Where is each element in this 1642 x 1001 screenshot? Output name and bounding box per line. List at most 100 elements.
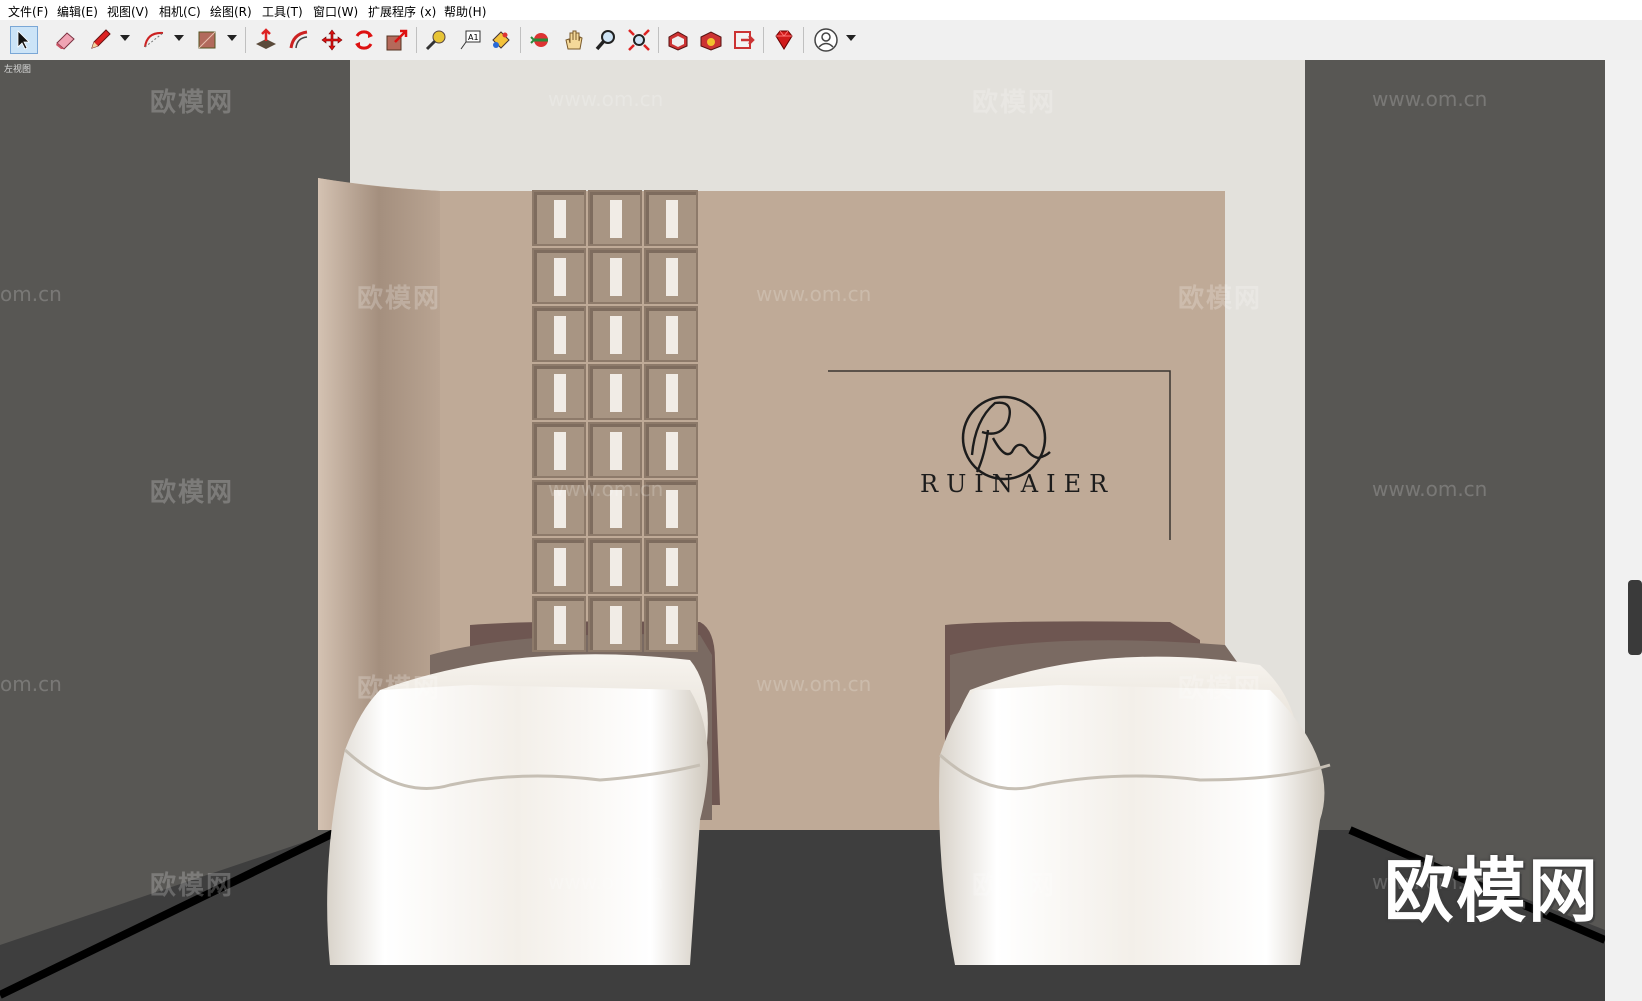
layout-send-icon[interactable] <box>730 26 758 54</box>
shelf-niche <box>644 596 698 652</box>
big-watermark: 欧模网 <box>1384 850 1600 932</box>
eraser-icon[interactable] <box>51 26 79 54</box>
ruby-console-icon[interactable] <box>770 26 798 54</box>
watermark-text: www.om.cn <box>548 87 664 111</box>
watermark-text: www.om.cn <box>1372 477 1488 501</box>
watermark-text: 欧模网 <box>1178 674 1263 704</box>
account-dropdown-icon[interactable] <box>846 35 856 41</box>
3d-warehouse-icon[interactable] <box>664 26 692 54</box>
watermark-text: om.cn <box>0 672 62 696</box>
paint-bucket-icon[interactable] <box>486 26 514 54</box>
shelf-niche <box>644 190 698 246</box>
menu-edit[interactable]: 编辑(E) <box>57 3 98 20</box>
niche-light <box>610 606 622 644</box>
menu-tools[interactable]: 工具(T) <box>262 3 303 20</box>
svg-text:A1: A1 <box>468 33 479 42</box>
watermark-text: om.cn <box>0 282 62 306</box>
tape-measure-icon[interactable] <box>422 26 450 54</box>
model-viewport[interactable]: 左视图 RUINAIER Rn 欧模网 www.om.cn 欧模网 www.om… <box>0 60 1642 1001</box>
pan-hand-icon[interactable] <box>560 26 588 54</box>
shelf-niche <box>588 422 642 478</box>
toolbar-separator <box>763 27 764 53</box>
shelf-niche <box>532 190 586 246</box>
offset-icon[interactable] <box>285 26 313 54</box>
menu-view[interactable]: 视图(V) <box>107 3 149 20</box>
shelf-niche <box>588 248 642 304</box>
watermark-text: 欧模网 <box>1178 284 1263 314</box>
shape-dropdown-icon[interactable] <box>227 35 237 41</box>
niche-light <box>610 548 622 586</box>
shelf-niche <box>588 306 642 362</box>
niche-light <box>554 258 566 296</box>
shelf-niche <box>532 538 586 594</box>
niche-light <box>666 432 678 470</box>
shelf-niche <box>588 596 642 652</box>
scale-icon[interactable] <box>383 26 411 54</box>
watermark-text: 欧模网 <box>150 88 235 118</box>
shelf-niche <box>588 190 642 246</box>
orbit-icon[interactable] <box>527 26 555 54</box>
shelf-niche <box>532 596 586 652</box>
niche-light <box>554 316 566 354</box>
menu-help[interactable]: 帮助(H) <box>444 3 486 20</box>
pencil-line-icon[interactable] <box>86 26 114 54</box>
watermark-text: www.om.cn <box>756 282 872 306</box>
line-dropdown-icon[interactable] <box>120 35 130 41</box>
shape-rectangle-icon[interactable] <box>193 26 221 54</box>
niche-light <box>610 200 622 238</box>
shelf-niche <box>532 306 586 362</box>
shelf-niche <box>532 422 586 478</box>
niche-light <box>554 548 566 586</box>
toolbar-separator <box>658 27 659 53</box>
watermark-text: www.om.cn <box>548 870 664 894</box>
watermark-text: 欧模网 <box>357 284 442 314</box>
extension-warehouse-icon[interactable] <box>697 26 725 54</box>
push-pull-icon[interactable] <box>252 26 280 54</box>
right-panel-edge[interactable] <box>1605 60 1642 1001</box>
shelf-niche <box>644 248 698 304</box>
arc-dropdown-icon[interactable] <box>174 35 184 41</box>
watermark-text: 欧模网 <box>972 871 1057 901</box>
toolbar-separator <box>245 27 246 53</box>
text-label-icon[interactable]: A1 <box>456 26 484 54</box>
zoom-extents-icon[interactable] <box>625 26 653 54</box>
shelf-niche <box>532 364 586 420</box>
niche-light <box>666 606 678 644</box>
menu-bar: 文件(F) 编辑(E) 视图(V) 相机(C) 绘图(R) 工具(T) 窗口(W… <box>0 0 1642 20</box>
logo-brand-text: RUINAIER <box>920 470 1116 498</box>
niche-light <box>554 200 566 238</box>
account-icon[interactable] <box>812 26 840 54</box>
watermark-text: 欧模网 <box>972 88 1057 118</box>
shelf-niche <box>644 422 698 478</box>
main-toolbar: A1 <box>0 20 1642 61</box>
watermark-text: www.om.cn <box>548 477 664 501</box>
menu-window[interactable]: 窗口(W) <box>313 3 358 20</box>
toolbar-separator <box>416 27 417 53</box>
shelf-grid <box>532 190 700 652</box>
shelf-niche <box>588 364 642 420</box>
niche-light <box>610 374 622 412</box>
scene-label: 左视图 <box>4 65 32 75</box>
select-icon[interactable] <box>10 26 38 54</box>
menu-file[interactable]: 文件(F) <box>8 3 48 20</box>
menu-camera[interactable]: 相机(C) <box>159 3 201 20</box>
watermark-text: www.om.cn <box>1372 87 1488 111</box>
shelf-niche <box>644 538 698 594</box>
zoom-icon[interactable] <box>592 26 620 54</box>
niche-light <box>610 316 622 354</box>
shelf-niche <box>532 248 586 304</box>
rotate-icon[interactable] <box>350 26 378 54</box>
menu-extensions[interactable]: 扩展程序 (x) <box>368 3 436 20</box>
scroll-thumb[interactable] <box>1628 580 1642 655</box>
niche-light <box>610 432 622 470</box>
move-icon[interactable] <box>318 26 346 54</box>
toolbar-separator <box>520 27 521 53</box>
shelf-niche <box>588 538 642 594</box>
niche-light <box>554 606 566 644</box>
watermark-text: www.om.cn <box>756 672 872 696</box>
shelf-niche <box>644 306 698 362</box>
niche-light <box>666 316 678 354</box>
menu-draw[interactable]: 绘图(R) <box>210 3 252 20</box>
niche-light <box>554 374 566 412</box>
arc-icon[interactable] <box>140 26 168 54</box>
